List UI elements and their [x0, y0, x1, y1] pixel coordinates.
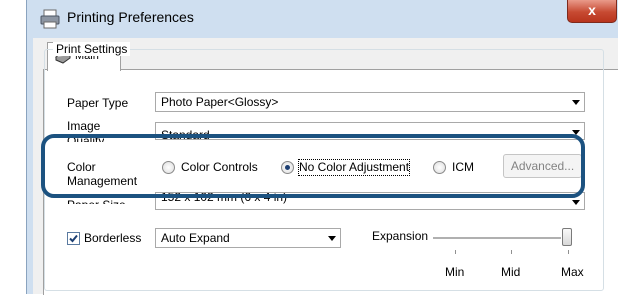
- expansion-slider-track[interactable]: [433, 237, 561, 239]
- slider-tick: [455, 250, 456, 254]
- color-management-highlight: [41, 134, 585, 198]
- title-bar: Printing Preferences x: [27, 0, 618, 38]
- image-quality-label-line1: Image: [67, 119, 101, 133]
- paper-type-value: Photo Paper<Glossy>: [161, 95, 279, 109]
- chevron-down-icon: [572, 200, 580, 205]
- chevron-down-icon: [572, 100, 580, 105]
- slider-tick: [568, 250, 569, 254]
- expansion-label: Expansion: [372, 229, 429, 243]
- expansion-min-label: Min: [445, 265, 465, 279]
- checkmark-icon: [69, 234, 78, 243]
- printing-preferences-window: Printing Preferences x Main Print Settin…: [26, 0, 618, 295]
- paper-size-label: Paper Size: [67, 198, 126, 204]
- borderless-mode-select[interactable]: Auto Expand: [155, 228, 341, 248]
- paper-type-label: Paper Type: [67, 96, 129, 110]
- printer-icon: [40, 9, 60, 29]
- window-title: Printing Preferences: [67, 9, 194, 25]
- expansion-slider-thumb[interactable]: [562, 228, 572, 246]
- borderless-mode-value: Auto Expand: [161, 231, 230, 245]
- chevron-down-icon: [328, 236, 336, 241]
- slider-tick: [511, 250, 512, 254]
- expansion-mid-label: Mid: [501, 265, 521, 279]
- close-button[interactable]: x: [567, 0, 617, 23]
- print-settings-title: Print Settings: [53, 42, 131, 56]
- borderless-checkbox[interactable]: [67, 232, 80, 245]
- borderless-label[interactable]: Borderless: [84, 231, 141, 246]
- paper-type-select[interactable]: Photo Paper<Glossy>: [155, 92, 585, 112]
- expansion-max-label: Max: [561, 265, 584, 279]
